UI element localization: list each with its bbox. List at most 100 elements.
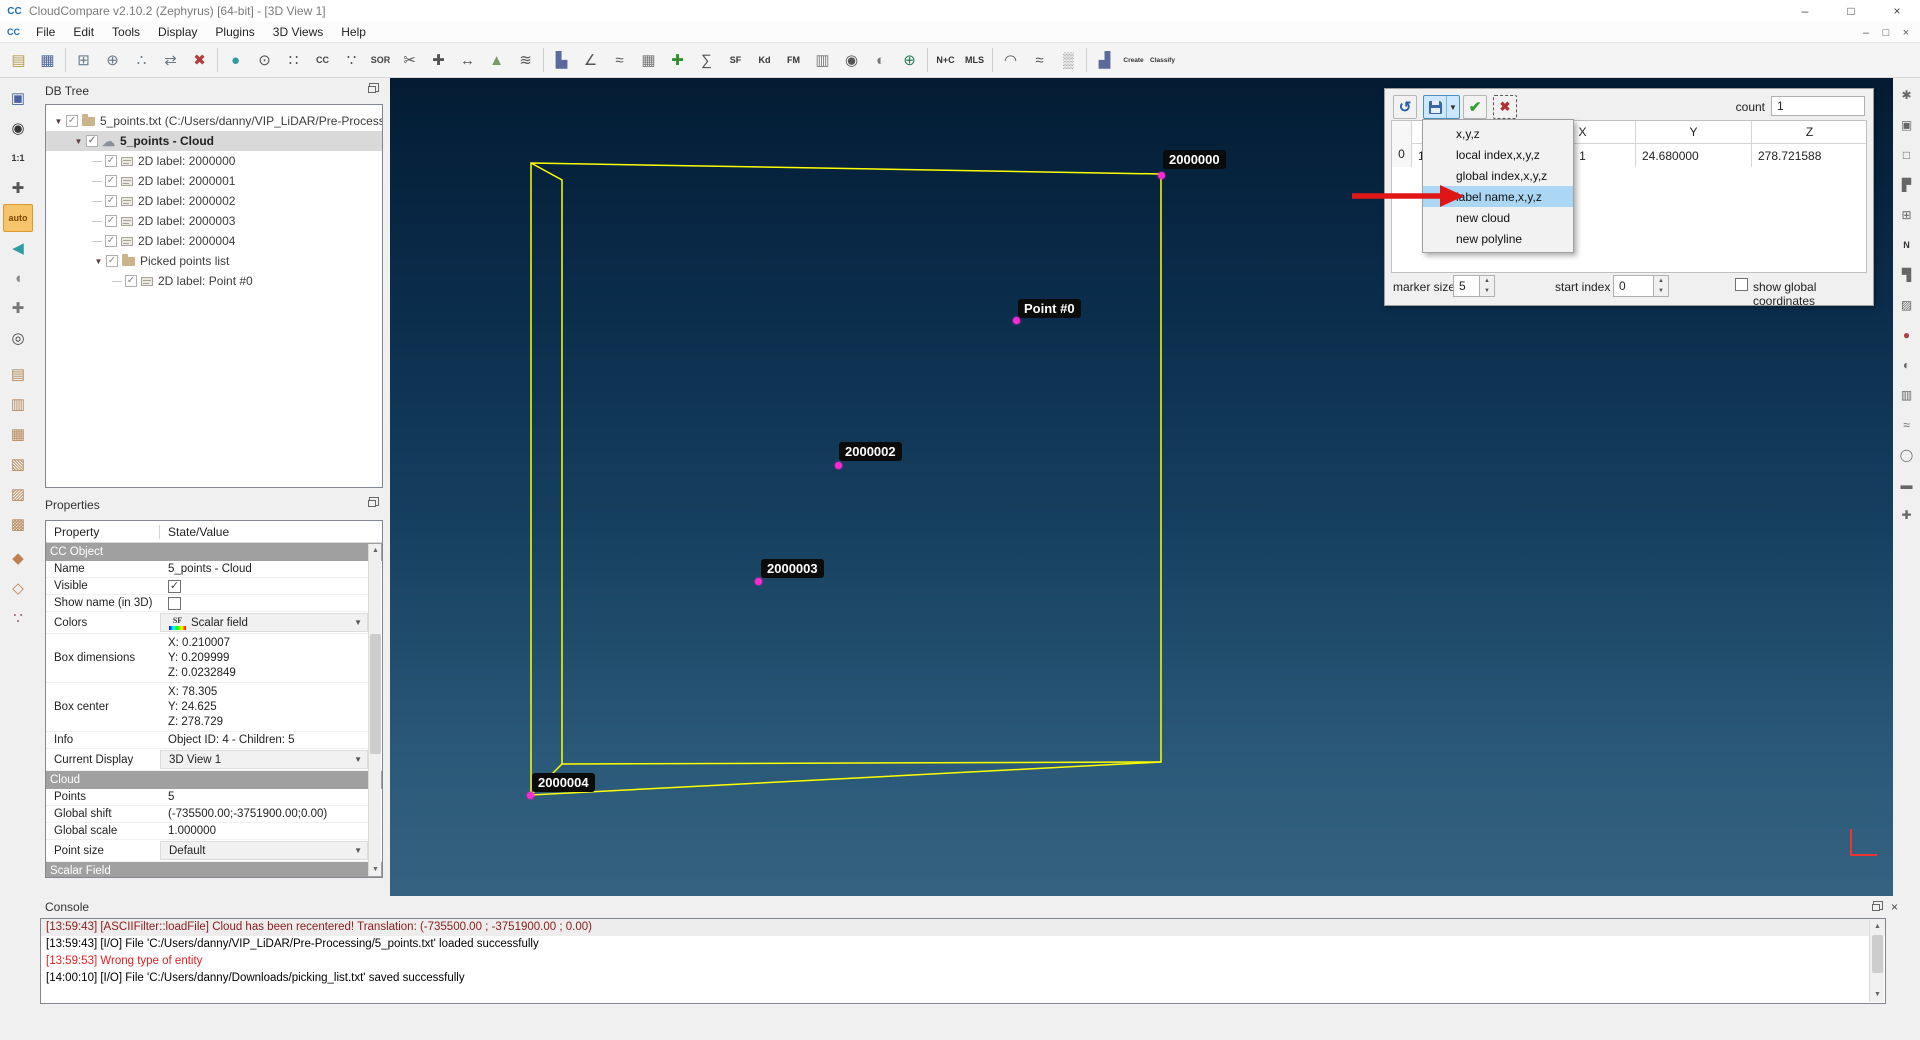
kd-tree-button[interactable]: Kd — [750, 46, 779, 74]
scrollbar-thumb[interactable] — [1872, 935, 1883, 973]
tree-checkbox[interactable]: ✓ — [105, 175, 117, 187]
checkbox[interactable] — [168, 597, 181, 610]
sor-filter-button[interactable]: SOR — [366, 46, 395, 74]
panel-view-button[interactable]: ▥ — [1895, 384, 1918, 406]
start-index-spinner[interactable]: 0 ▲▼ — [1613, 275, 1669, 297]
apply-transformation-button[interactable]: ⇄ — [156, 46, 185, 74]
save-button[interactable] — [1424, 96, 1446, 118]
menu-plugins[interactable]: Plugins — [206, 22, 263, 43]
console-output[interactable]: [13:59:43] [ASCIIFilter::loadFile] Cloud… — [40, 918, 1886, 1004]
rasterize-button[interactable]: ▦ — [634, 46, 663, 74]
menu-option-new-polyline[interactable]: new polyline — [1423, 228, 1573, 249]
cancel-button[interactable]: ✖ — [1493, 95, 1517, 119]
hpr-button[interactable]: ▨ — [1895, 294, 1918, 316]
tree-item-2d-label-point-0[interactable]: ✓2D label: Point #0 — [46, 271, 382, 291]
tree-item-2d-label-2000003[interactable]: ✓2D label: 2000003 — [46, 211, 382, 231]
scroll-up-icon[interactable]: ▲ — [369, 544, 382, 557]
mdi-close-button[interactable]: × — [1896, 22, 1916, 43]
stereo-mode-button[interactable]: ∵ — [3, 604, 33, 632]
console-close-icon[interactable]: × — [1891, 900, 1898, 914]
tree-item-2d-label-2000004[interactable]: ✓2D label: 2000004 — [46, 231, 382, 251]
view-bottom-button[interactable]: ▩ — [3, 510, 33, 538]
render-sphere-button[interactable]: ◐ — [866, 46, 895, 74]
tree-checkbox[interactable]: ✓ — [105, 195, 117, 207]
compute-octree-button[interactable]: ∷ — [279, 46, 308, 74]
half-sphere-button[interactable]: ◐ — [1895, 354, 1918, 376]
property-value-colors[interactable]: SFScalar field▼ — [160, 613, 368, 632]
tree-checkbox[interactable]: ✓ — [66, 115, 78, 127]
tree-checkbox[interactable]: ✓ — [86, 135, 98, 147]
point-label-2000002[interactable]: 2000002 — [839, 442, 902, 461]
menu-display[interactable]: Display — [149, 22, 206, 43]
view-left-button[interactable]: ▦ — [3, 420, 33, 448]
properties-scrollbar[interactable]: ▲ ▼ — [368, 544, 381, 876]
rotate-mode-button[interactable]: ◖ — [3, 264, 33, 292]
tree-checkbox[interactable]: ✓ — [106, 255, 118, 267]
menu-file[interactable]: File — [27, 22, 64, 43]
save-button[interactable]: ▦ — [33, 46, 62, 74]
menu-option-x-y-z[interactable]: x,y,z — [1423, 123, 1573, 144]
chevron-down-icon[interactable]: ▼ — [354, 618, 362, 627]
tree-item-2d-label-2000002[interactable]: ✓2D label: 2000002 — [46, 191, 382, 211]
chevron-down-icon[interactable]: ▼ — [354, 846, 362, 855]
noise-filter-button[interactable]: ▒ — [1054, 46, 1083, 74]
screenshot-button[interactable]: ▣ — [3, 84, 33, 112]
db-tree-float-button[interactable] — [368, 86, 376, 93]
menu-option-local-index-x-y-z[interactable]: local index,x,y,z — [1423, 144, 1573, 165]
menu-tools[interactable]: Tools — [103, 22, 149, 43]
close-button[interactable]: × — [1874, 0, 1920, 22]
property-value-show-name-in-3d[interactable] — [160, 595, 382, 611]
checkbox[interactable]: ✓ — [168, 580, 181, 593]
scroll-down-icon[interactable]: ▼ — [369, 863, 382, 876]
tree-checkbox[interactable]: ✓ — [105, 155, 117, 167]
mls-button[interactable]: MLS — [960, 46, 989, 74]
marker-size-spinner[interactable]: 5 ▲▼ — [1453, 275, 1495, 297]
tools-extra-button[interactable]: ≋ — [511, 46, 540, 74]
open-button[interactable]: ▤ — [4, 46, 33, 74]
animation-button[interactable]: ▥ — [808, 46, 837, 74]
scrollbar-thumb[interactable] — [370, 634, 381, 754]
menu-help[interactable]: Help — [332, 22, 375, 43]
scroll-up-icon[interactable]: ▲ — [1870, 920, 1885, 934]
point-picking-button[interactable]: ⊙ — [250, 46, 279, 74]
add-constant-sf-button[interactable]: ✚ — [663, 46, 692, 74]
compute-cc-button[interactable]: CC — [308, 46, 337, 74]
tree-item-5-points-cloud[interactable]: ▼✓☁5_points - Cloud — [46, 131, 382, 151]
display-options-button[interactable]: ▣ — [1895, 114, 1918, 136]
sphere-button[interactable]: ● — [221, 46, 250, 74]
spinner-arrows-icon[interactable]: ▲▼ — [1479, 276, 1494, 296]
delete-button[interactable]: ✖ — [185, 46, 214, 74]
red-point-button[interactable]: ● — [1895, 324, 1918, 346]
circle-view-button[interactable]: ◯ — [1895, 444, 1918, 466]
view-back-button[interactable]: ▧ — [3, 450, 33, 478]
curvature-button[interactable]: ∠ — [576, 46, 605, 74]
scroll-down-icon[interactable]: ▼ — [1870, 988, 1885, 1002]
maximize-button[interactable]: □ — [1828, 0, 1874, 22]
view-front-button[interactable]: ▥ — [3, 390, 33, 418]
mdi-restore-button[interactable]: □ — [1876, 22, 1896, 43]
arc-tool-button[interactable]: ◠ — [996, 46, 1025, 74]
tree-checkbox[interactable]: ✓ — [105, 215, 117, 227]
auto-pick-button[interactable]: auto — [3, 204, 33, 232]
corner-view-2-button[interactable]: ▜ — [1895, 264, 1918, 286]
camera-settings-button[interactable]: ◉ — [3, 114, 33, 142]
merge-button[interactable]: ⊕ — [98, 46, 127, 74]
canupo-classify-button[interactable]: Classify — [1148, 46, 1177, 74]
zoom-search-button[interactable]: ◎ — [3, 324, 33, 352]
tree-item-2d-label-2000001[interactable]: ✓2D label: 2000001 — [46, 171, 382, 191]
view-iso-front-button[interactable]: ◆ — [3, 544, 33, 572]
show-global-coordinates-checkbox[interactable] — [1735, 278, 1748, 291]
camera-button[interactable]: ◉ — [837, 46, 866, 74]
canupo-create-button[interactable]: Create — [1119, 46, 1148, 74]
segment-button[interactable]: ✂ — [395, 46, 424, 74]
plus-view-button[interactable]: ✚ — [1895, 504, 1918, 526]
view-right-button[interactable]: ▨ — [3, 480, 33, 508]
tree-item-picked-points-list[interactable]: ▼✓Picked points list — [46, 251, 382, 271]
point-label-2000000[interactable]: 2000000 — [1163, 150, 1226, 169]
primitive-factory-button[interactable]: ▲ — [482, 46, 511, 74]
previous-view-button[interactable]: ◀ — [3, 234, 33, 262]
console-float-button[interactable] — [1872, 904, 1880, 911]
tree-checkbox[interactable]: ✓ — [105, 235, 117, 247]
tree-item-5-points-txt-c-users-danny-vip-lidar-pre-processing[interactable]: ▼✓5_points.txt (C:/Users/danny/VIP_LiDAR… — [46, 111, 382, 131]
zoom-1-1-button[interactable]: 1:1 — [3, 144, 33, 172]
